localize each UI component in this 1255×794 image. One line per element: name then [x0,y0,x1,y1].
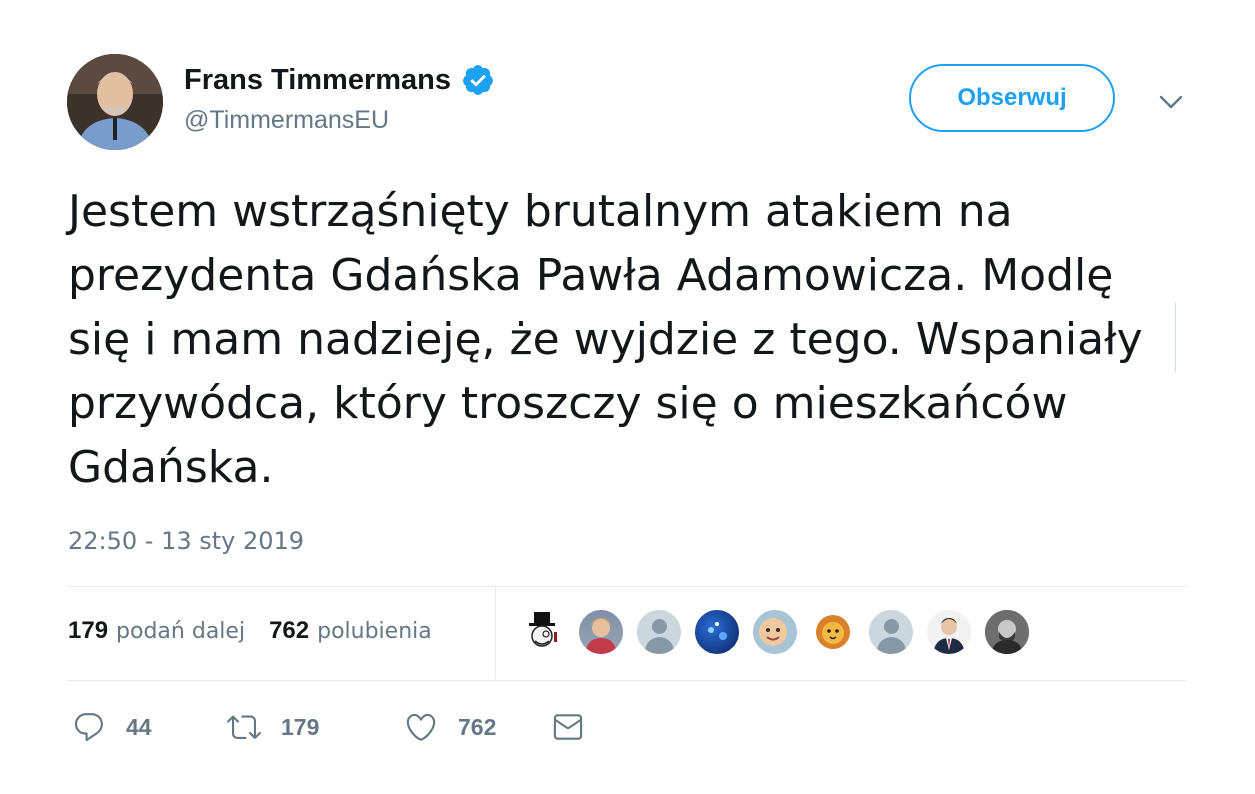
liker-avatar[interactable] [867,608,915,656]
like-count: 762 [458,713,497,740]
liker-avatar-image [585,618,617,654]
chevron-down-icon[interactable] [1156,90,1186,114]
likes-stat[interactable]: 762 polubienia [269,617,432,645]
liker-avatar[interactable] [925,608,973,656]
liker-avatar[interactable] [693,608,741,656]
tweet-timestamp[interactable]: 22:50 - 13 sty 2019 [68,527,304,555]
follow-button[interactable]: Obserwuj [909,64,1115,132]
author-handle[interactable]: @TimmermansEU [184,106,495,135]
retweet-icon [227,715,261,739]
liker-avatar[interactable] [635,608,683,656]
like-button[interactable]: 762 [404,710,551,744]
avatar-photo [67,54,163,150]
message-button[interactable] [551,710,585,744]
retweet-button[interactable]: 179 [227,710,404,744]
scroll-indicator [1175,302,1176,372]
tweet-text: Jestem wstrząśnięty brutalnym atakiem na… [68,186,1143,493]
retweets-stat[interactable]: 179 podań dalej [68,617,245,645]
tweet-actions: 44 179 762 [72,710,585,744]
envelope-icon [553,714,583,740]
author-info: Frans Timmermans @TimmermansEU [184,60,495,135]
divider-top [67,586,1187,587]
retweets-stat-count: 179 [68,617,109,644]
liker-avatar-image [708,622,727,640]
reply-button[interactable]: 44 [72,710,227,744]
liker-avatar-image [985,610,1029,654]
retweets-stat-label: podań dalej [116,619,246,644]
liker-avatar-image [759,618,787,646]
liker-avatar-image [933,618,965,654]
author-avatar[interactable] [67,54,163,150]
liker-avatar[interactable] [519,608,567,656]
liker-avatar-image [529,612,557,647]
liker-avatar[interactable] [983,608,1031,656]
tweet-stats: 179 podań dalej 762 polubienia [68,617,456,645]
liker-avatar[interactable] [751,608,799,656]
liker-avatar[interactable] [809,608,857,656]
reply-icon [74,713,103,742]
reply-count: 44 [126,713,152,740]
likes-stat-count: 762 [269,617,310,644]
likes-stat-label: polubienia [317,619,432,644]
tweet-card: Frans Timmermans @TimmermansEU Obserwuj … [0,0,1255,794]
verified-badge-icon [463,65,493,95]
divider-bottom [67,680,1187,681]
liker-avatar[interactable] [577,608,625,656]
stats-divider [495,587,496,679]
liker-avatar-image [816,615,850,649]
author-display-name[interactable]: Frans Timmermans [184,64,451,97]
retweet-count: 179 [281,713,320,740]
heart-icon [406,713,436,741]
likers-avatars [519,608,1041,656]
